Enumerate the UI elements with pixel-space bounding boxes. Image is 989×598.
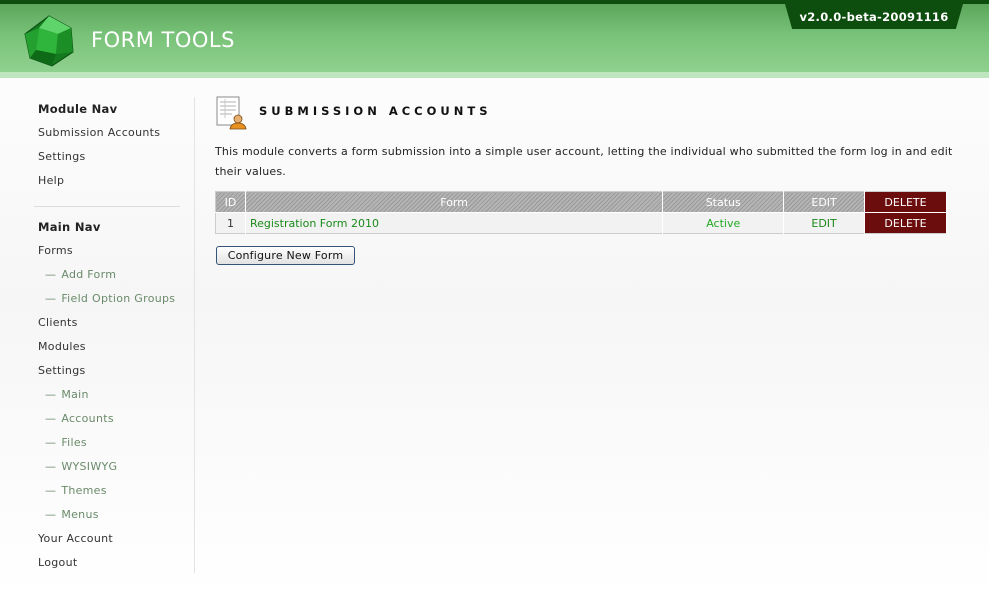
row-id: 1 [215,212,246,234]
nav-sub-themes[interactable]: — Themes [38,482,194,506]
forms-table: ID Form Status EDIT DELETE 1 Registratio… [215,191,947,234]
nav-sub-add-form[interactable]: — Add Form [38,266,194,290]
nav-sub-menus[interactable]: — Menus [38,506,194,530]
sidebar-separator [194,97,195,573]
nav-sub-label: Themes [61,484,107,497]
nav-item-submission-accounts[interactable]: Submission Accounts [38,124,194,148]
configure-new-form-button[interactable]: Configure New Form [216,246,355,265]
nav-sub-label: WYSIWYG [61,460,118,473]
nav-sub-label: Field Option Groups [61,292,176,305]
column-header-id[interactable]: ID [215,191,246,213]
table-header-row: ID Form Status EDIT DELETE [215,191,947,213]
dash-marker: — [45,508,57,521]
dash-marker: — [45,268,57,281]
nav-sub-label: Main [61,388,89,401]
form-link[interactable]: Registration Form 2010 [245,212,664,234]
nav-sub-wysiwyg[interactable]: — WYSIWYG [38,458,194,482]
dash-marker: — [45,292,57,305]
module-nav-heading: Module Nav [38,102,118,116]
version-badge: v2.0.0-beta-20091116 [785,4,963,29]
page-title: SUBMISSION ACCOUNTS [259,104,492,118]
app-title: FORM TOOLS [91,28,235,52]
nav-item-help[interactable]: Help [38,172,194,196]
nav-sub-label: Files [61,436,87,449]
dash-marker: — [45,388,57,401]
nav-item-modules[interactable]: Modules [38,338,194,362]
dash-marker: — [45,460,57,473]
module-description: This module converts a form submission i… [215,145,953,178]
nav-sub-main[interactable]: — Main [38,386,194,410]
column-header-delete: DELETE [864,191,947,213]
nav-sub-label: Add Form [61,268,117,281]
delete-link[interactable]: DELETE [864,212,947,234]
nav-sub-accounts[interactable]: — Accounts [38,410,194,434]
edit-link[interactable]: EDIT [783,212,866,234]
column-header-edit: EDIT [783,191,866,213]
header-stripe [0,72,989,78]
sidebar-divider [34,206,180,207]
gem-logo-icon[interactable] [22,14,76,68]
nav-item-logout[interactable]: Logout [38,554,194,578]
document-user-icon [216,96,247,130]
nav-item-module-settings[interactable]: Settings [38,148,194,172]
column-header-status[interactable]: Status [662,191,785,213]
nav-item-settings[interactable]: Settings [38,362,194,386]
nav-sub-label: Accounts [61,412,114,425]
nav-item-your-account[interactable]: Your Account [38,530,194,554]
nav-item-clients[interactable]: Clients [38,314,194,338]
main-nav-heading: Main Nav [38,220,101,234]
dash-marker: — [45,436,57,449]
app-header: FORM TOOLS v2.0.0-beta-20091116 [0,0,989,72]
table-row: 1 Registration Form 2010 Active EDIT DEL… [215,212,947,234]
column-header-form[interactable]: Form [245,191,664,213]
sidebar: Module Nav Submission Accounts Settings … [34,100,194,578]
dash-marker: — [45,412,57,425]
status-badge: Active [662,212,785,234]
nav-sub-files[interactable]: — Files [38,434,194,458]
nav-item-forms[interactable]: Forms [38,242,194,266]
nav-sub-field-option-groups[interactable]: — Field Option Groups [38,290,194,314]
dash-marker: — [45,484,57,497]
nav-sub-label: Menus [61,508,99,521]
